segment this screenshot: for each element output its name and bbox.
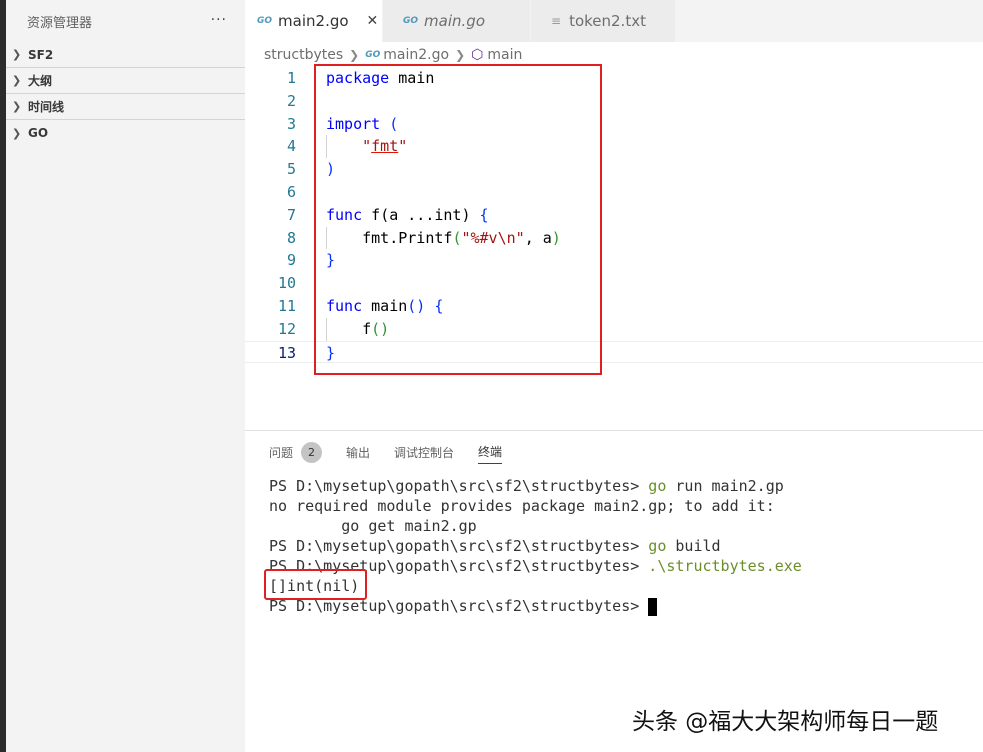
tab-label: 问题 — [269, 445, 294, 460]
line-number: 8 — [286, 228, 296, 247]
tab-label: main.go — [424, 12, 485, 30]
tab-problems[interactable]: 问题 2 — [269, 440, 323, 464]
terminal-line: PS D:\mysetup\gopath\src\sf2\structbytes… — [269, 476, 802, 496]
watermark: 头条 @福大大架构师每日一题 — [632, 709, 939, 735]
go-file-icon: GO — [365, 50, 381, 60]
breadcrumb-folder[interactable]: structbytes — [264, 47, 343, 63]
line-number: 2 — [286, 91, 296, 110]
section-label: 时间线 — [28, 100, 65, 114]
problems-count-badge: 2 — [301, 441, 323, 463]
chevron-right-icon: ❯ — [12, 48, 22, 61]
line-number: 3 — [286, 114, 296, 133]
tab-label: main2.go — [278, 12, 349, 30]
section-label: 大纲 — [28, 74, 53, 88]
symbol-cube-icon: ⬡ — [471, 47, 484, 63]
code-highlight-box — [314, 64, 602, 375]
chevron-right-icon: ❯ — [12, 100, 22, 113]
tab-main-go[interactable]: GO main.go — [383, 0, 531, 42]
terminal-command: build — [666, 537, 721, 555]
close-icon[interactable]: ✕ — [367, 13, 379, 29]
tab-label: token2.txt — [569, 12, 646, 30]
line-number: 10 — [277, 274, 296, 293]
tab-terminal[interactable]: 终端 — [478, 440, 503, 464]
panel-tab-bar: 问题 2 输出 调试控制台 终端 — [245, 431, 983, 473]
terminal-prompt: PS D:\mysetup\gopath\src\sf2\structbytes… — [269, 537, 649, 555]
section-label: GO — [28, 126, 49, 140]
go-file-icon: GO — [403, 16, 419, 26]
tab-main2-go[interactable]: GO main2.go ✕ — [245, 0, 383, 42]
section-go[interactable]: ❯ GO — [6, 120, 245, 146]
tab-bar: GO main2.go ✕ GO main.go ≡ token2.txt — [245, 0, 983, 42]
go-file-icon: GO — [257, 16, 273, 26]
text-file-icon: ≡ — [551, 14, 562, 28]
line-number: 7 — [286, 205, 296, 224]
chevron-right-icon: ❯ — [349, 48, 360, 62]
more-actions-icon[interactable]: ··· — [211, 12, 227, 28]
terminal-cursor — [648, 597, 658, 616]
chevron-right-icon: ❯ — [12, 74, 22, 87]
chevron-right-icon: ❯ — [12, 126, 22, 140]
line-number: 11 — [277, 296, 296, 315]
tab-label: 调试控制台 — [394, 445, 455, 460]
terminal-command: .\structbytes.exe — [648, 557, 802, 575]
section-sf2[interactable]: ❯ SF2 — [6, 42, 245, 68]
terminal-command: run main2.gp — [666, 477, 784, 495]
chevron-right-icon: ❯ — [455, 48, 466, 62]
terminal-command: go — [648, 477, 667, 495]
terminal-line: no required module provides package main… — [269, 497, 775, 515]
terminal-line: PS D:\mysetup\gopath\src\sf2\structbytes… — [269, 536, 802, 556]
line-number: 4 — [286, 137, 296, 156]
line-number: 1 — [286, 69, 296, 87]
explorer-title: 资源管理器 — [27, 15, 93, 31]
terminal-line: go get main2.gp — [269, 517, 477, 535]
line-number: 12 — [277, 319, 296, 338]
tab-output[interactable]: 输出 — [346, 440, 370, 464]
section-outline[interactable]: ❯ 大纲 — [6, 68, 245, 94]
tab-token2-txt[interactable]: ≡ token2.txt — [531, 0, 676, 42]
line-number: 13 — [277, 343, 296, 362]
tab-label: 输出 — [346, 445, 371, 460]
section-timeline[interactable]: ❯ 时间线 — [6, 94, 245, 120]
line-number: 5 — [286, 160, 296, 179]
tab-debug-console[interactable]: 调试控制台 — [394, 440, 454, 464]
breadcrumb-symbol[interactable]: main — [487, 47, 522, 63]
terminal-prompt: PS D:\mysetup\gopath\src\sf2\structbytes… — [269, 477, 649, 495]
explorer-sidebar: 资源管理器 ··· ❯ SF2 ❯ 大纲 ❯ 时间线 ❯ GO — [6, 0, 245, 752]
output-highlight-box — [264, 569, 367, 600]
line-number: 9 — [286, 251, 296, 270]
terminal-command: go — [648, 537, 667, 555]
breadcrumb-file[interactable]: main2.go — [383, 47, 449, 63]
section-label: SF2 — [28, 47, 54, 62]
line-number: 6 — [286, 182, 296, 201]
tab-label: 终端 — [478, 445, 503, 459]
